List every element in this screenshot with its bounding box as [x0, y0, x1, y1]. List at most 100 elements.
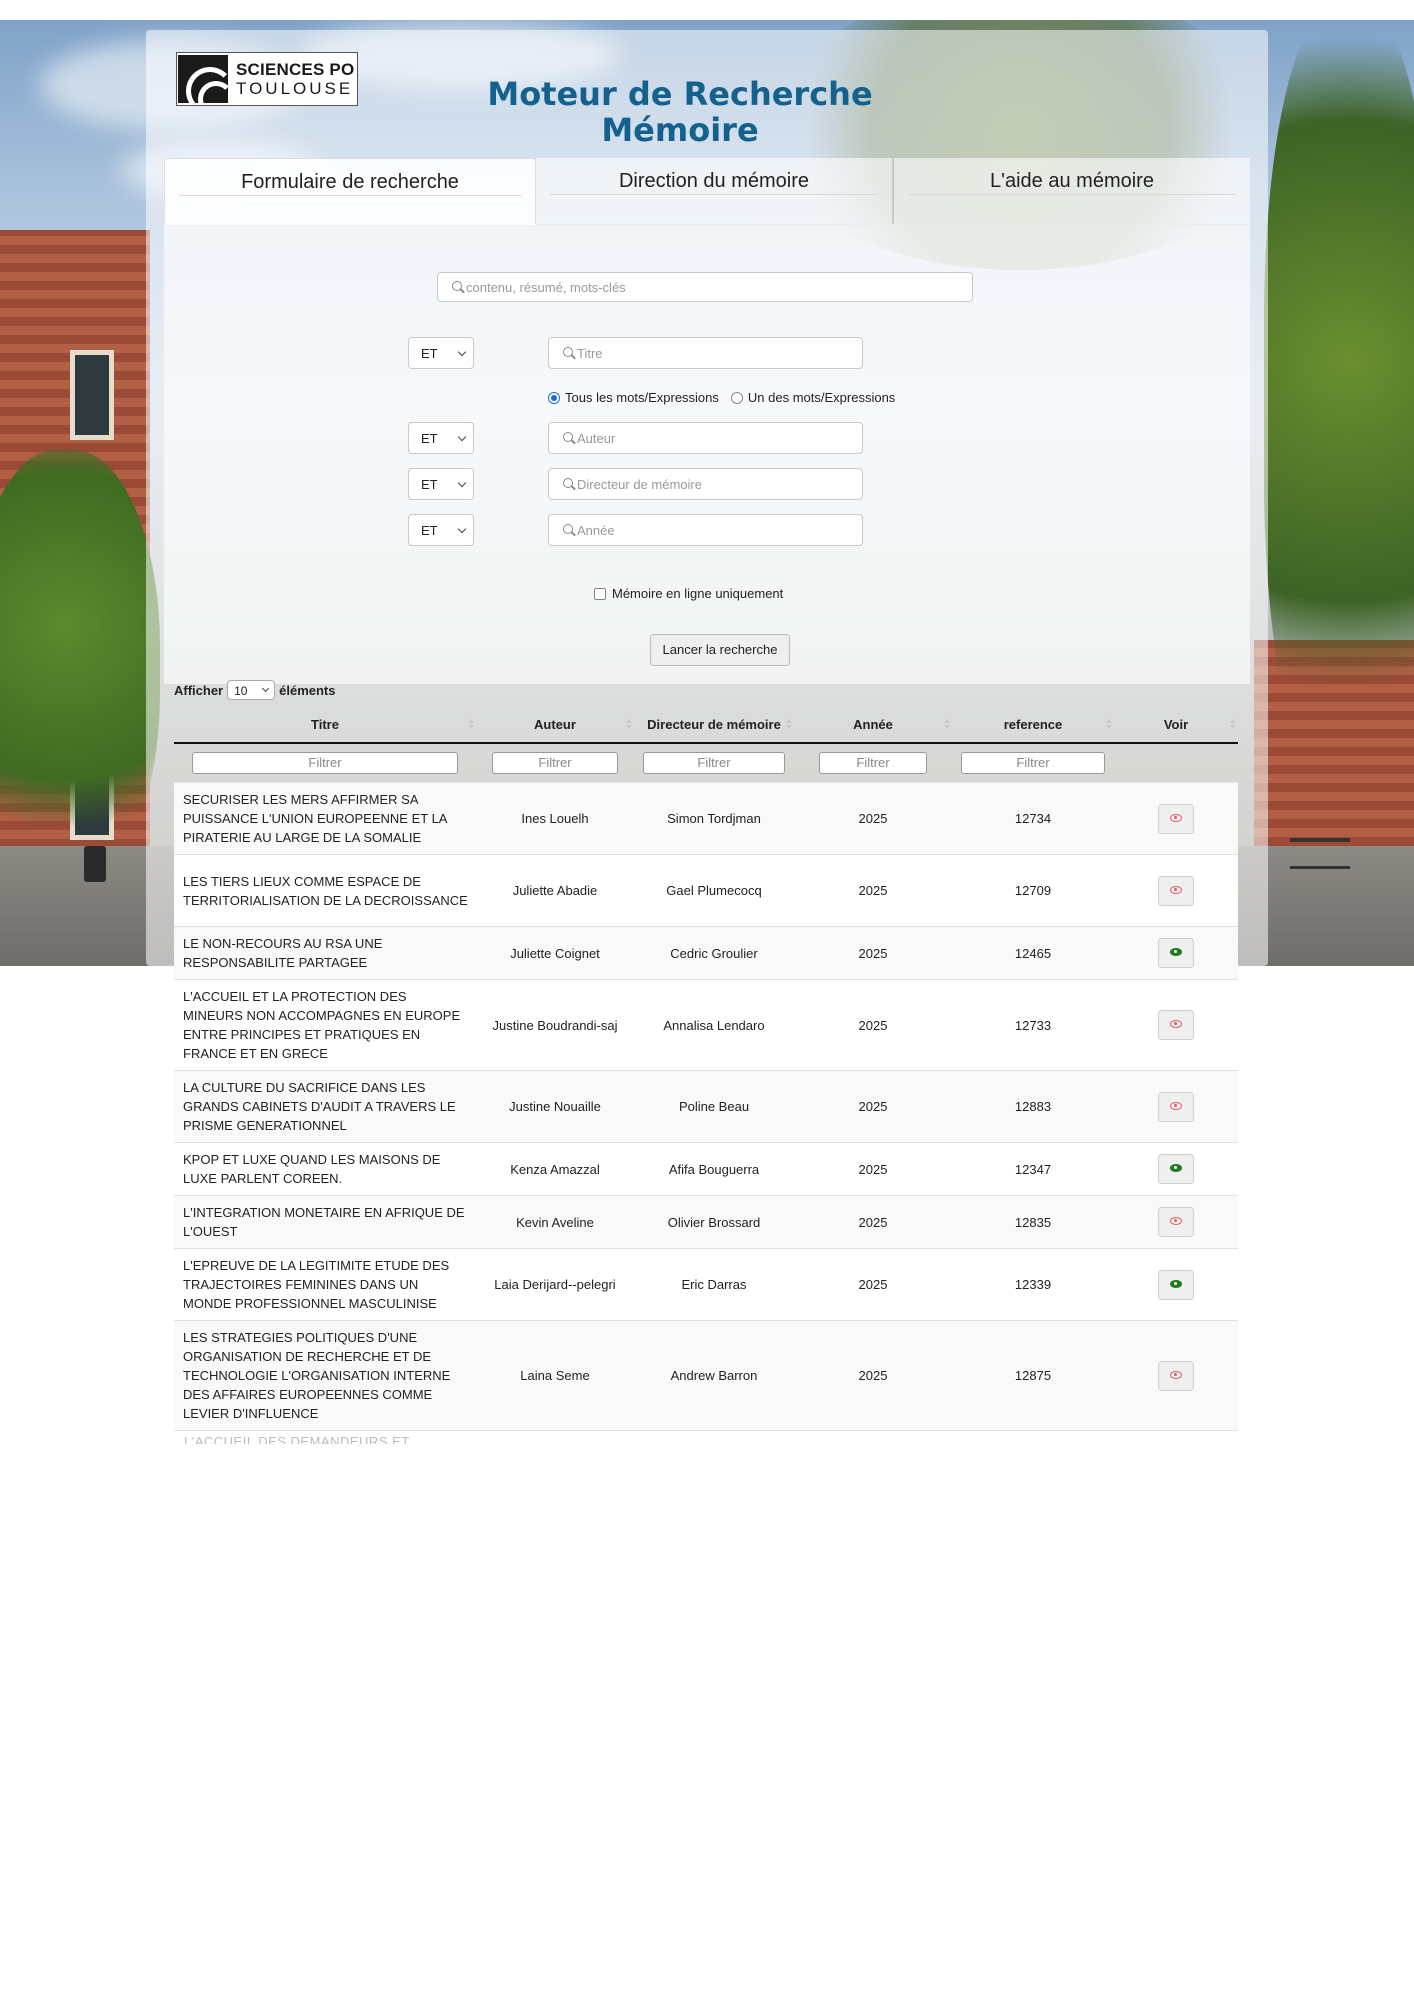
cell-directeur: Annalisa Lendaro — [634, 979, 794, 1071]
cell-reference: 12734 — [952, 782, 1114, 855]
cell-reference: 12883 — [952, 1070, 1114, 1143]
filter-input-directeur[interactable]: Filtrer — [643, 752, 785, 774]
match-mode-radios: Tous les mots/Expressions Un des mots/Ex… — [548, 390, 907, 405]
view-button[interactable] — [1158, 1091, 1194, 1122]
logo-line-1: SCIENCES PO — [236, 60, 355, 79]
tab-underline — [908, 194, 1236, 195]
view-button[interactable] — [1158, 803, 1194, 834]
cell-reference: 12709 — [952, 854, 1114, 927]
search-icon — [563, 432, 573, 442]
cell-reference: 12875 — [952, 1320, 1114, 1431]
view-button[interactable] — [1158, 938, 1194, 968]
sciences-po-logo[interactable]: SCIENCES PO TOULOUSE — [176, 52, 358, 106]
column-label: Année — [853, 716, 893, 732]
view-button[interactable] — [1158, 1010, 1194, 1040]
search-icon — [452, 281, 462, 291]
logo-line-2: TOULOUSE — [236, 79, 354, 98]
cell-auteur: Laia Derijard--pelegri — [476, 1248, 634, 1321]
column-header-annee[interactable]: Année — [794, 706, 952, 744]
cell-titre: LES STRATEGIES POLITIQUES D'UNE ORGANISA… — [174, 1320, 476, 1431]
filter-input-annee[interactable]: Filtrer — [819, 752, 927, 774]
tab-formulaire[interactable]: Formulaire de recherche — [164, 158, 536, 225]
tab-aide[interactable]: L'aide au mémoire — [894, 158, 1250, 225]
page-length-select[interactable]: 10 — [227, 680, 276, 700]
cell-directeur: Olivier Brossard — [634, 1195, 794, 1249]
column-header-voir[interactable]: Voir — [1114, 706, 1238, 744]
eye-icon — [1170, 885, 1182, 894]
filter-input-reference[interactable]: Filtrer — [961, 752, 1105, 774]
view-button[interactable] — [1158, 1207, 1194, 1237]
column-label: reference — [1003, 716, 1063, 732]
tab-underline — [179, 195, 521, 196]
author-input[interactable] — [577, 423, 828, 453]
title-field[interactable] — [548, 337, 863, 369]
director-field[interactable] — [548, 468, 863, 500]
cell-annee: 2025 — [794, 782, 952, 855]
view-button[interactable] — [1158, 875, 1194, 906]
table-row: LES TIERS LIEUX COMME ESPACE DE TERRITOR… — [174, 854, 1238, 927]
operator-select-author[interactable]: ET — [408, 422, 474, 454]
title-input[interactable] — [577, 338, 828, 368]
online-only-row: Mémoire en ligne uniquement — [594, 586, 783, 601]
year-field[interactable] — [548, 514, 863, 546]
operator-value: ET — [421, 346, 438, 361]
column-header-reference[interactable]: reference — [952, 706, 1114, 744]
cell-directeur: Eric Darras — [634, 1248, 794, 1321]
view-button[interactable] — [1158, 1269, 1194, 1300]
main-search-field[interactable] — [437, 272, 973, 302]
online-only-checkbox[interactable] — [594, 587, 606, 600]
cell-reference: 12339 — [952, 1248, 1114, 1321]
cell-auteur: Kevin Aveline — [476, 1195, 634, 1249]
radio-any-word[interactable] — [730, 391, 743, 404]
table-row: LE NON-RECOURS AU RSA UNE RESPONSABILITE… — [174, 926, 1238, 980]
cell-directeur: Andrew Barron — [634, 1320, 794, 1431]
eye-icon — [1170, 1101, 1182, 1110]
radio-all-words[interactable] — [548, 391, 560, 404]
operator-value: ET — [421, 523, 438, 538]
cell-auteur: Juliette Coignet — [476, 926, 634, 980]
main-search-input[interactable] — [466, 273, 894, 301]
eye-icon — [1170, 1370, 1182, 1379]
director-input[interactable] — [577, 469, 828, 499]
author-field[interactable] — [548, 422, 863, 454]
online-only-label: Mémoire en ligne uniquement — [612, 586, 784, 601]
view-button[interactable] — [1158, 1154, 1194, 1184]
cell-titre: KPOP ET LUXE QUAND LES MAISONS DE LUXE P… — [174, 1142, 476, 1196]
year-input[interactable] — [577, 515, 828, 545]
operator-select-title[interactable]: ET — [408, 337, 474, 369]
cell-auteur: Ines Louelh — [476, 782, 634, 855]
chevron-down-icon — [262, 684, 270, 693]
cell-titre: SECURISER LES MERS AFFIRMER SA PUISSANCE… — [174, 782, 476, 855]
cell-directeur: Gael Plumecocq — [634, 854, 794, 927]
cell-annee: 2025 — [794, 1248, 952, 1321]
column-label: Directeur de mémoire — [647, 716, 781, 732]
cell-directeur: Poline Beau — [634, 1070, 794, 1143]
search-icon — [563, 524, 573, 534]
column-header-auteur[interactable]: Auteur — [476, 706, 634, 744]
cell-titre: L'EPREUVE DE LA LEGITIMITE ETUDE DES TRA… — [174, 1248, 476, 1321]
column-header-titre[interactable]: Titre — [174, 706, 476, 744]
filter-input-auteur[interactable]: Filtrer — [492, 752, 618, 774]
operator-value: ET — [421, 477, 438, 492]
table-row: KPOP ET LUXE QUAND LES MAISONS DE LUXE P… — [174, 1142, 1238, 1196]
operator-value: ET — [421, 431, 438, 446]
cell-auteur: Juliette Abadie — [476, 854, 634, 927]
tab-direction[interactable]: Direction du mémoire — [536, 158, 892, 225]
partial-row: L'ACCUEIL DES DEMANDEURS ET — [174, 1428, 1238, 1444]
cell-titre: LA CULTURE DU SACRIFICE DANS LES GRANDS … — [174, 1070, 476, 1143]
operator-select-director[interactable]: ET — [408, 468, 474, 500]
cell-titre: LES TIERS LIEUX COMME ESPACE DE TERRITOR… — [174, 854, 476, 927]
search-button[interactable]: Lancer la recherche — [650, 634, 790, 666]
radio-any-label: Un des mots/Expressions — [747, 390, 896, 405]
page-title: Moteur de Recherche Mémoire — [480, 76, 880, 148]
logo-mark-icon — [178, 55, 228, 103]
cell-annee: 2025 — [794, 1320, 952, 1431]
filter-input-titre[interactable]: Filtrer — [192, 752, 458, 774]
operator-select-year[interactable]: ET — [408, 514, 474, 546]
column-header-directeur[interactable]: Directeur de mémoire — [634, 706, 794, 744]
eye-icon — [1170, 1217, 1182, 1225]
cell-auteur: Justine Boudrandi-saj — [476, 979, 634, 1071]
view-button[interactable] — [1158, 1360, 1194, 1391]
eye-icon — [1170, 1020, 1182, 1028]
tab-label: Formulaire de recherche — [241, 171, 459, 193]
